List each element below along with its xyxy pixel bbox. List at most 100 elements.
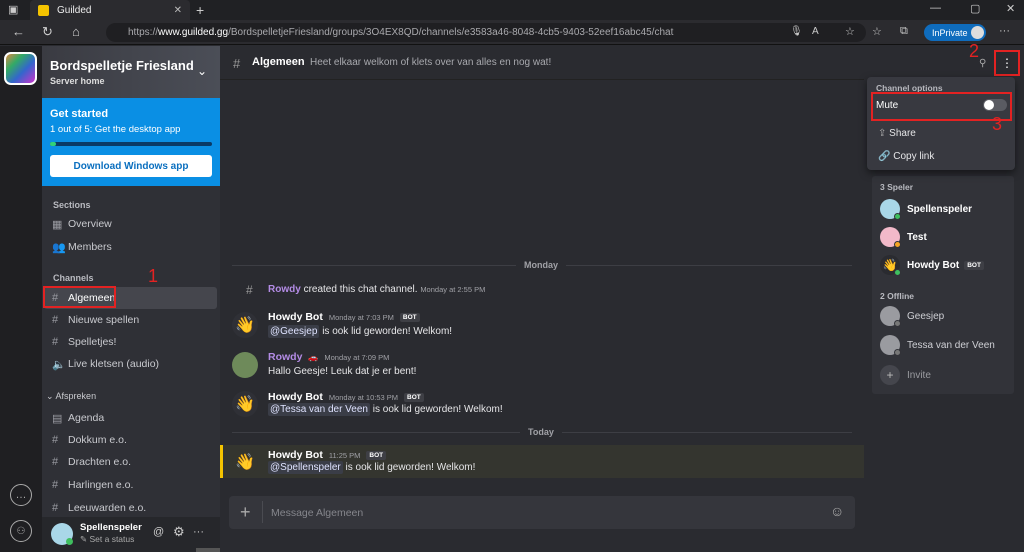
mention-icon[interactable]: @ xyxy=(153,526,164,538)
message-input-placeholder[interactable]: Message Algemeen xyxy=(271,507,363,519)
message-body: @Tessa van der Veen is ook lid geworden!… xyxy=(268,403,503,416)
tab-actions-icon[interactable]: ▣ xyxy=(8,3,18,16)
invite-button[interactable]: + Invite xyxy=(880,365,931,385)
browser-tab[interactable]: Guilded ✕ xyxy=(30,0,190,20)
tab-close-icon[interactable]: ✕ xyxy=(174,5,182,16)
member-avatar xyxy=(880,199,901,220)
howdy-bot-avatar[interactable]: 👋 xyxy=(232,391,258,417)
chat-bubble-icon[interactable]: … xyxy=(10,484,32,506)
highlight-box-2 xyxy=(994,50,1020,76)
day-label-today: Today xyxy=(520,427,562,437)
sidebar-item-drachten[interactable]: # Drachten e.o. xyxy=(44,451,217,473)
inprivate-label: InPrivate xyxy=(932,27,968,38)
system-user[interactable]: Rowdy xyxy=(268,284,301,295)
hash-icon: # xyxy=(52,434,59,446)
set-status-link[interactable]: ✎ Set a status xyxy=(80,534,134,545)
sidebar-item-harlingen[interactable]: # Harlingen e.o. xyxy=(44,474,217,496)
browser-menu-button[interactable]: ··· xyxy=(999,25,1010,37)
download-windows-app-button[interactable]: Download Windows app xyxy=(50,155,212,177)
tab-title: Guilded xyxy=(57,4,92,16)
howdy-bot-avatar[interactable]: 👋 xyxy=(232,312,258,338)
online-status-dot xyxy=(894,213,901,220)
server-name: Bordspelletje Friesland xyxy=(50,58,194,73)
annotation-number-1: 1 xyxy=(148,266,159,286)
sidebar-item-leeuwarden[interactable]: # Leeuwarden e.o. xyxy=(44,497,217,519)
emoji-icon[interactable]: ☺ xyxy=(830,503,844,519)
sidebar-item-dokkum[interactable]: # Dokkum e.o. xyxy=(44,429,217,451)
user-mention[interactable]: @Spellenspeler xyxy=(268,461,343,474)
new-tab-button[interactable]: + xyxy=(196,2,204,18)
car-icon: 🚗 xyxy=(308,352,319,362)
plus-icon[interactable]: + xyxy=(240,502,251,523)
message-header: Howdy Bot 11:25 PM BOT xyxy=(268,449,387,461)
member-tessa[interactable]: Tessa van der Veen xyxy=(880,335,995,356)
message-time: Monday at 7:09 PM xyxy=(324,352,390,362)
server-home-label: Server home xyxy=(50,76,105,86)
minimize-button[interactable]: — xyxy=(930,2,941,14)
chevron-down-icon: ⌄ xyxy=(46,391,56,401)
back-button[interactable]: ← xyxy=(12,24,25,39)
gear-icon[interactable]: ⚙ xyxy=(173,524,185,540)
url-prefix: https:// xyxy=(128,27,159,38)
scrollbar[interactable] xyxy=(196,548,220,552)
inprivate-button[interactable]: InPrivate xyxy=(924,24,986,41)
sidebar-item-label: Members xyxy=(68,241,112,253)
member-spellenspeler[interactable]: Spellenspeler xyxy=(880,199,972,220)
sidebar-item-nieuwe-spellen[interactable]: # Nieuwe spellen xyxy=(44,309,217,331)
sidebar-item-agenda[interactable]: ▤ Agenda xyxy=(44,407,217,429)
message-header: Howdy Bot Monday at 10:53 PM BOT xyxy=(268,391,424,403)
member-howdy-bot[interactable]: 👋 Howdy Bot BOT xyxy=(880,255,984,276)
sidebar-item-spelletjes[interactable]: # Spelletjes! xyxy=(44,331,217,353)
rowdy-avatar[interactable] xyxy=(232,352,258,378)
favorite-star-icon[interactable]: ☆ xyxy=(845,25,855,38)
copy-link-menu-item[interactable]: 🔗 Copy link xyxy=(878,151,934,162)
user-mention[interactable]: @Tessa van der Veen xyxy=(268,403,370,416)
channels-heading: Channels xyxy=(53,273,94,283)
maximize-button[interactable]: ▢ xyxy=(970,2,980,15)
reload-button[interactable]: ↻ xyxy=(42,24,53,40)
bot-badge: BOT xyxy=(964,260,984,270)
url-path: /BordspelletjeFriesland/groups/3O4EX8QD/… xyxy=(228,27,674,38)
hash-icon: # xyxy=(52,336,59,348)
message-text: is ook lid geworden! Welkom! xyxy=(322,326,453,337)
sidebar-item-members[interactable]: 👥 Members xyxy=(44,236,217,258)
member-avatar xyxy=(880,306,901,327)
url-host: www.guilded.gg xyxy=(158,27,229,38)
message-author[interactable]: Rowdy xyxy=(268,351,302,363)
message-author[interactable]: Howdy Bot xyxy=(268,449,323,461)
favorites-icon[interactable]: ☆ xyxy=(872,25,882,38)
more-options-icon[interactable]: ··· xyxy=(193,526,204,538)
hash-icon: # xyxy=(52,479,59,491)
sidebar-item-live-kletsen[interactable]: 🔈 Live kletsen (audio) xyxy=(44,353,217,375)
url-field[interactable]: https://www.guilded.gg/BordspelletjeFrie… xyxy=(106,23,866,42)
chevron-down-icon[interactable]: ⌄ xyxy=(197,64,207,78)
channel-description: Heet elkaar welkom of klets over van all… xyxy=(310,57,552,68)
member-name: Geesjep xyxy=(907,310,945,322)
afspreken-heading[interactable]: ⌄ Afspreken xyxy=(46,391,96,402)
howdy-bot-avatar[interactable]: 👋 xyxy=(232,449,258,475)
member-test[interactable]: Test xyxy=(880,227,927,248)
close-window-button[interactable]: ✕ xyxy=(1006,2,1015,15)
server-icon[interactable] xyxy=(4,52,37,85)
sections-heading: Sections xyxy=(53,200,91,210)
members-icon: 👥 xyxy=(52,241,66,254)
user-mention[interactable]: @Geesjep xyxy=(268,325,320,338)
microphone-icon[interactable]: 🎙 xyxy=(790,26,803,37)
sidebar-item-label: Agenda xyxy=(68,412,105,424)
share-menu-item[interactable]: ⇪ Share xyxy=(878,128,916,139)
message-author[interactable]: Howdy Bot xyxy=(268,391,323,403)
home-button[interactable]: ⌂ xyxy=(72,24,80,39)
friends-icon[interactable]: ⚇ xyxy=(10,520,32,542)
member-name: Howdy Bot xyxy=(907,259,960,271)
profile-avatar xyxy=(971,26,984,39)
message-author[interactable]: Howdy Bot xyxy=(268,311,323,323)
collections-icon[interactable]: ⧉ xyxy=(900,25,908,38)
sidebar-item-overview[interactable]: ▦ Overview xyxy=(44,213,217,235)
afspreken-label: Afspreken xyxy=(55,391,97,401)
member-geesjep[interactable]: Geesjep xyxy=(880,306,945,327)
pin-icon[interactable]: ⚲ xyxy=(979,58,986,69)
sidebar-item-label: Overview xyxy=(68,218,112,230)
bot-badge: BOT xyxy=(404,392,424,402)
read-aloud-icon[interactable]: A xyxy=(812,26,819,37)
sidebar-item-label: Harlingen e.o. xyxy=(68,479,134,491)
